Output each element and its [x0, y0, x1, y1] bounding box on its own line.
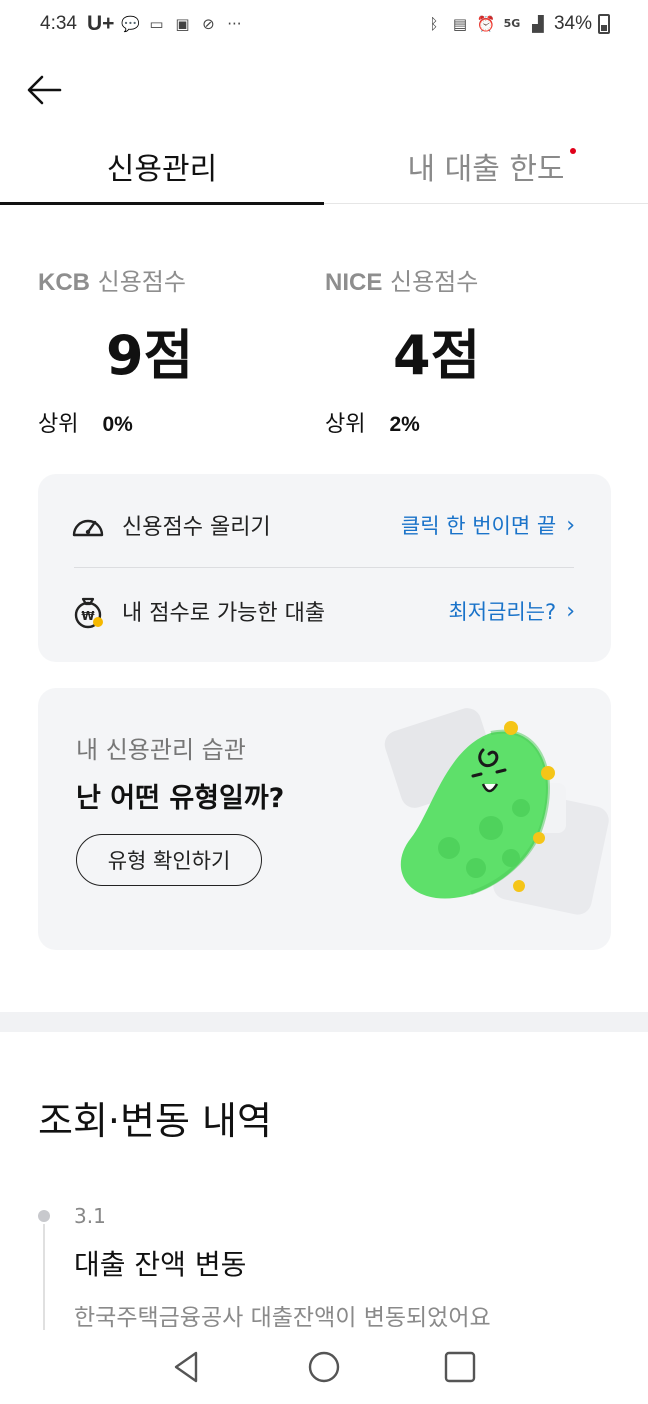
raise-score-row[interactable]: 신용점수 올리기 클릭 한 번이면 끝 › [38, 482, 611, 568]
credit-habit-card[interactable]: 내 신용관리 습관 난 어떤 유형일까? 유형 확인하기 [38, 688, 611, 950]
network-5g-icon: 5G [503, 17, 521, 30]
speedometer-icon [72, 519, 104, 537]
action-link[interactable]: 최저금리는? › [448, 596, 575, 626]
tab-loan-limit[interactable]: 내 대출 한도 [324, 128, 648, 204]
rank-value: 0% [102, 413, 133, 436]
bureau-name: NICE [325, 269, 383, 296]
tab-label: 내 대출 한도 [407, 152, 565, 187]
tab-bar: 신용관리 내 대출 한도 [0, 128, 648, 205]
talk-icon: 💬 [121, 15, 140, 33]
action-link-text: 클릭 한 번이면 끝 [400, 514, 557, 538]
battery-icon [598, 14, 610, 34]
signal-icon: ▟ [532, 15, 544, 33]
home-circle-icon[interactable] [304, 1347, 344, 1387]
nice-score-value: 4점 [393, 324, 481, 387]
bluetooth-icon: ᛒ [429, 15, 439, 33]
mascot-illustration [384, 708, 609, 915]
score-label: 신용점수 [97, 268, 186, 296]
more-notifications-icon: ··· [227, 15, 242, 33]
habit-subtitle: 내 신용관리 습관 [76, 736, 246, 764]
status-bar: 4:34 U+ 💬 ▭ ▣ ⊘ ··· ᛒ ▤ ⏰ 5G ▟ 34% [0, 0, 648, 48]
kcb-rank: 상위 0% [38, 406, 298, 438]
score-label: 신용점수 [389, 268, 479, 296]
kcb-score-value: 9점 [106, 324, 194, 387]
action-label: 내 점수로 가능한 대출 [122, 601, 326, 626]
nice-score-block[interactable]: NICE 신용점수 4점 상위 2% [325, 262, 585, 438]
pill-icon: ⊘ [202, 15, 215, 33]
kcb-score-label: KCB 신용점수 [38, 262, 298, 297]
kcb-score-block[interactable]: KCB 신용점수 9점 상위 0% [38, 262, 298, 438]
money-bag-icon: ₩ [74, 597, 103, 629]
new-badge-dot [570, 148, 576, 154]
history-item-date: 3.1 [74, 1204, 106, 1228]
check-type-button[interactable]: 유형 확인하기 [76, 834, 262, 886]
section-separator [0, 1012, 648, 1032]
action-link-text: 최저금리는? [448, 600, 557, 624]
status-time: 4:34 [40, 13, 77, 34]
action-link[interactable]: 클릭 한 번이면 끝 › [401, 510, 575, 540]
image-icon: ▣ [175, 15, 190, 33]
back-triangle-icon[interactable] [168, 1347, 208, 1387]
rank-value: 2% [389, 413, 420, 436]
history-item-description: 한국주택금융공사 대출잔액이 변동되었어요 [74, 1305, 491, 1331]
carrier-label: U+ [86, 12, 115, 35]
timeline-dot [38, 1210, 50, 1222]
alarm-icon: ⏰ [476, 15, 496, 33]
bureau-name: KCB [38, 269, 90, 296]
history-section-title: 조회·변동 내역 [38, 1099, 272, 1143]
chevron-right-icon: › [566, 512, 575, 538]
history-item-title[interactable]: 대출 잔액 변동 [74, 1243, 246, 1283]
rank-label: 상위 [38, 412, 79, 437]
rank-label: 상위 [325, 412, 366, 437]
credit-actions-card: 신용점수 올리기 클릭 한 번이면 끝 › ₩ 내 점수로 가능한 대출 최저금… [38, 474, 611, 662]
system-nav-bar [0, 1330, 648, 1404]
nice-score-label: NICE 신용점수 [325, 262, 585, 297]
tab-label: 신용관리 [106, 152, 218, 187]
habit-title: 난 어떤 유형일까? [76, 783, 285, 814]
battery-percent: 34% [553, 13, 592, 34]
back-arrow-icon[interactable] [24, 70, 64, 110]
recents-square-icon[interactable] [440, 1347, 480, 1387]
nfc-icon: ▤ [452, 15, 468, 33]
timeline-line [43, 1224, 45, 1334]
chevron-right-icon: › [566, 598, 575, 624]
message-icon: ▭ [149, 15, 164, 33]
tab-credit-management[interactable]: 신용관리 [0, 128, 324, 205]
nice-rank: 상위 2% [325, 406, 585, 438]
available-loans-row[interactable]: ₩ 내 점수로 가능한 대출 최저금리는? › [38, 568, 611, 654]
action-label: 신용점수 올리기 [122, 515, 271, 540]
